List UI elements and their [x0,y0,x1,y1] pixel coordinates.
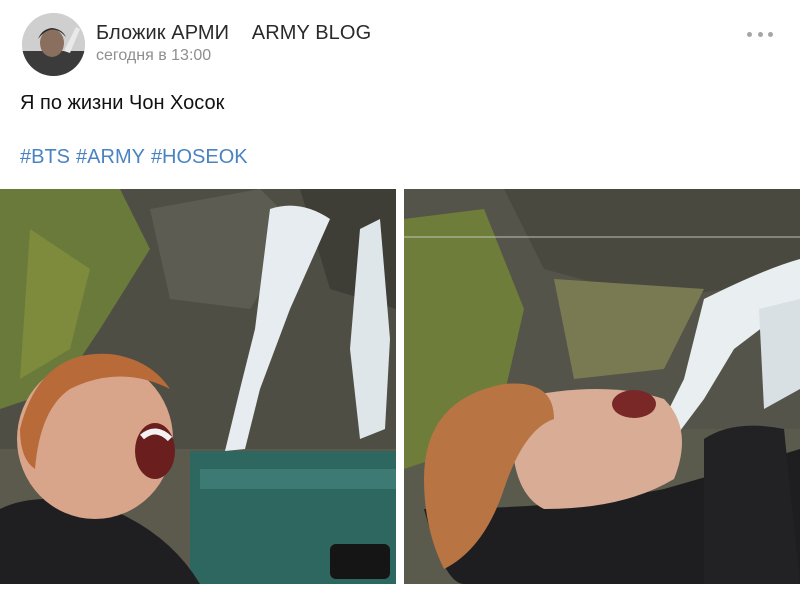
avatar-image [22,13,85,76]
hashtag-list: #BTS #ARMY #HOSEOK [20,146,248,169]
dot [768,31,773,37]
photo-waterfall-drinking [404,189,800,584]
hashtag-link[interactable]: #BTS [20,146,70,169]
hashtag-link[interactable]: #ARMY [76,146,145,169]
dot [757,31,763,37]
post-photo-1[interactable] [0,189,396,584]
dot [747,31,752,37]
more-options-icon[interactable] [747,24,773,44]
post-timestamp[interactable]: сегодня в 13:00 [96,47,211,65]
hashtag-link[interactable]: #HOSEOK [151,146,248,169]
photo-waterfall-selfie [0,189,396,584]
post-text: Я по жизни Чон Хосок [20,92,225,114]
post-photo-2[interactable] [404,189,800,584]
post-header: Бложик АРМИ ARMY BLOG сегодня в 13:00 [0,0,800,90]
avatar[interactable] [22,13,85,76]
author-name[interactable]: Бложик АРМИ ARMY BLOG [96,22,371,45]
